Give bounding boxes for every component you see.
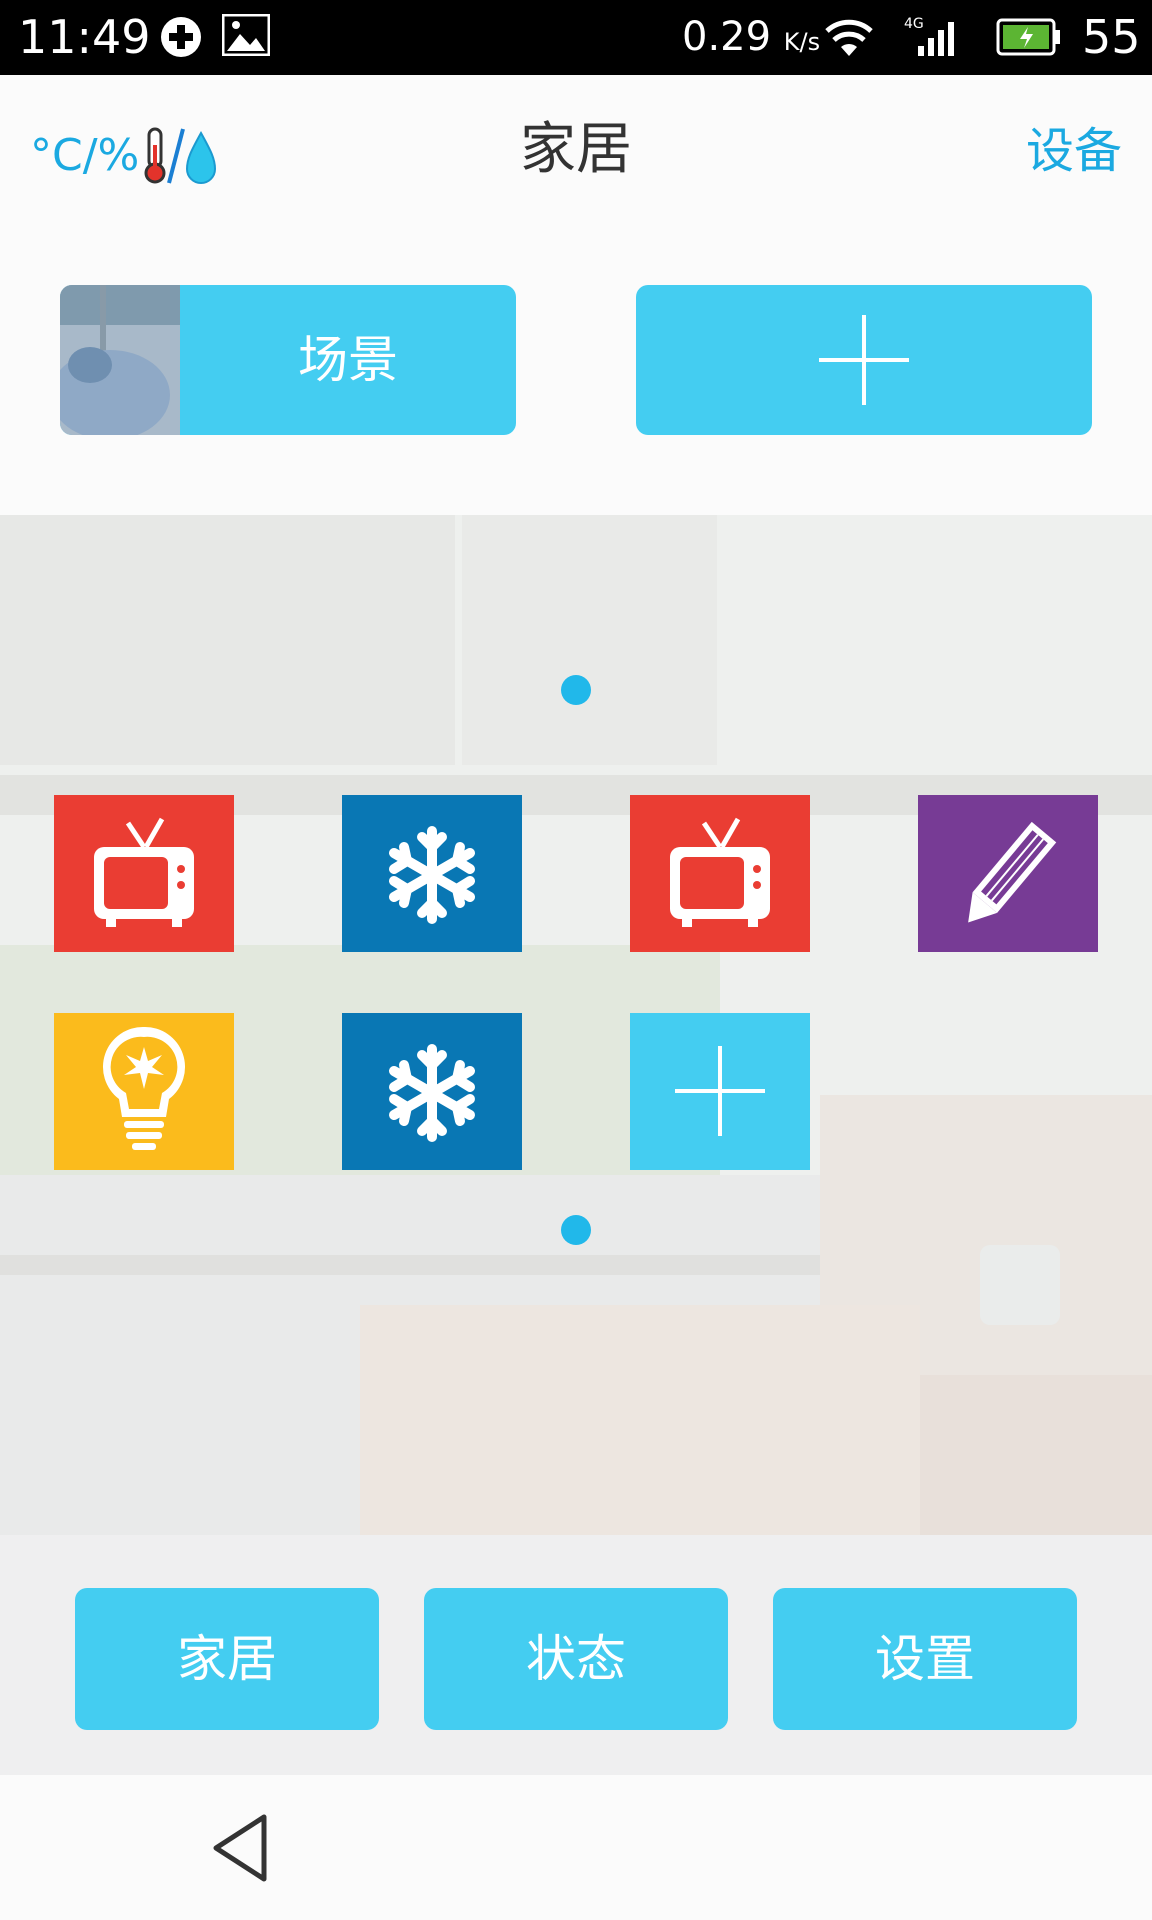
lightbulb-icon: [102, 1026, 186, 1150]
network-type: 4G: [904, 16, 924, 32]
ac-device-tile[interactable]: [342, 1013, 522, 1170]
battery-icon: [996, 18, 1062, 60]
scene-thumbnail: [60, 285, 180, 435]
system-navigation-bar: [0, 1775, 1152, 1920]
plus-icon: [675, 1046, 765, 1136]
app-header: °C/% 家居 设备: [0, 75, 1152, 230]
nav-home-button[interactable]: 家居: [75, 1588, 379, 1730]
tv-icon: [670, 817, 770, 927]
battery-level: 55: [1082, 10, 1141, 64]
sync-icon: [158, 14, 204, 64]
edit-device-tile[interactable]: [918, 795, 1098, 952]
status-time: 11:49: [18, 10, 151, 64]
page-indicator-dot: [561, 1215, 591, 1245]
image-icon: [221, 13, 271, 60]
add-scene-button[interactable]: [636, 285, 1092, 435]
plus-icon: [819, 315, 909, 405]
devices-link[interactable]: 设备: [1026, 119, 1122, 183]
snowflake-icon: [389, 826, 475, 924]
add-device-tile[interactable]: [630, 1013, 810, 1170]
network-speed: 0.29 K/s: [682, 14, 821, 60]
ac-device-tile[interactable]: [342, 795, 522, 952]
pencil-icon: [968, 821, 1057, 923]
tv-device-tile[interactable]: [630, 795, 810, 952]
status-bar: 11:49 0.29 K/s 4G 55: [0, 0, 1152, 75]
back-icon[interactable]: [210, 1813, 270, 1883]
scene-label: 场景: [298, 331, 398, 389]
tv-device-tile[interactable]: [54, 795, 234, 952]
snowflake-icon: [389, 1044, 475, 1142]
nav-status-button[interactable]: 状态: [424, 1588, 728, 1730]
wifi-icon: [824, 16, 874, 62]
light-device-tile[interactable]: [54, 1013, 234, 1170]
tv-icon: [94, 817, 194, 927]
cell-signal-icon: 4G: [904, 14, 966, 62]
nav-settings-button[interactable]: 设置: [773, 1588, 1077, 1730]
page-indicator-dot: [561, 675, 591, 705]
scene-button[interactable]: 场景: [60, 285, 516, 435]
page-title: 家居: [520, 117, 632, 182]
